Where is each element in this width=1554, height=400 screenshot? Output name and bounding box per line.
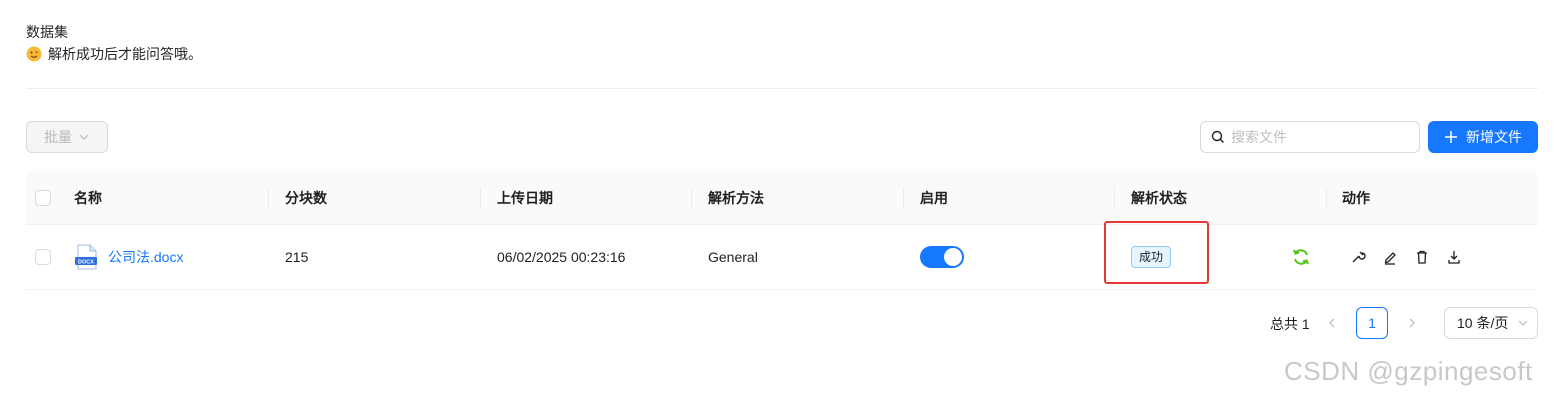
page-button-current[interactable]: 1 bbox=[1356, 307, 1388, 339]
batch-label: 批量 bbox=[44, 129, 72, 145]
page-title: 数据集 bbox=[26, 24, 68, 40]
search-box[interactable] bbox=[1200, 121, 1420, 153]
docx-file-icon: DOCX bbox=[75, 244, 97, 270]
enable-toggle[interactable] bbox=[920, 246, 964, 268]
delete-icon[interactable] bbox=[1414, 249, 1430, 265]
subtitle-text: 解析成功后才能问答哦。 bbox=[48, 46, 202, 62]
column-header-chunks[interactable]: 分块数 bbox=[285, 171, 327, 224]
page-subtitle: 解析成功后才能问答哦。 bbox=[26, 44, 202, 64]
chunk-count: 215 bbox=[285, 249, 309, 265]
edit-icon[interactable] bbox=[1382, 249, 1398, 265]
upload-date: 06/02/2025 00:23:16 bbox=[497, 249, 626, 265]
batch-button[interactable]: 批量 bbox=[26, 121, 108, 153]
table-row: DOCX 公司法.docx 215 06/02/2025 00:23:16 Ge… bbox=[26, 225, 1538, 290]
column-header-actions: 动作 bbox=[1342, 189, 1370, 206]
pagination-total: 总共 1 bbox=[1270, 316, 1310, 332]
parse-method: General bbox=[708, 249, 758, 265]
column-header-parse-status[interactable]: 解析状态 bbox=[1131, 171, 1187, 224]
column-separator bbox=[903, 187, 904, 209]
column-separator bbox=[268, 187, 269, 209]
file-name-link[interactable]: DOCX 公司法.docx bbox=[74, 244, 183, 270]
column-separator bbox=[1114, 187, 1115, 209]
page-size-select[interactable]: 10 条/页 bbox=[1444, 307, 1538, 339]
prev-page-button[interactable] bbox=[1322, 313, 1342, 333]
file-table: 名称 分块数 上传日期 解析方法 启用 解析状态 动作 DOCX 公司法.doc… bbox=[26, 171, 1538, 290]
row-actions bbox=[1350, 249, 1462, 265]
column-header-parse-method[interactable]: 解析方法 bbox=[708, 171, 764, 224]
download-icon[interactable] bbox=[1446, 249, 1462, 265]
watermark: CSDN @gzpingesoft bbox=[1284, 356, 1533, 386]
search-input[interactable] bbox=[1231, 129, 1411, 145]
page-size-value: 10 条/页 bbox=[1457, 315, 1509, 331]
row-checkbox[interactable] bbox=[35, 249, 51, 265]
table-header: 名称 分块数 上传日期 解析方法 启用 解析状态 动作 bbox=[26, 171, 1538, 225]
next-page-button[interactable] bbox=[1402, 313, 1422, 333]
add-file-button[interactable]: 新增文件 bbox=[1428, 121, 1538, 153]
wrench-icon[interactable] bbox=[1350, 249, 1366, 265]
plus-icon bbox=[1445, 131, 1457, 143]
select-all-checkbox[interactable] bbox=[35, 189, 51, 206]
search-icon bbox=[1211, 130, 1224, 143]
file-type-badge: DOCX bbox=[78, 260, 94, 266]
refresh-icon[interactable] bbox=[1291, 247, 1311, 267]
column-header-name[interactable]: 名称 bbox=[74, 171, 102, 224]
chevron-down-icon bbox=[1518, 320, 1528, 326]
chevron-right-icon bbox=[1409, 318, 1415, 328]
chevron-left-icon bbox=[1329, 318, 1335, 328]
column-separator bbox=[691, 187, 692, 209]
column-separator bbox=[1326, 187, 1327, 209]
file-name: 公司法.docx bbox=[108, 249, 184, 265]
column-header-enabled[interactable]: 启用 bbox=[920, 171, 948, 224]
column-header-upload-date[interactable]: 上传日期 bbox=[497, 171, 553, 224]
chevron-down-icon bbox=[79, 134, 89, 140]
status-highlight-box bbox=[1104, 221, 1209, 284]
header-divider bbox=[26, 88, 1538, 89]
column-separator bbox=[480, 187, 481, 209]
add-file-label: 新增文件 bbox=[1466, 129, 1522, 145]
smile-emoji-icon bbox=[26, 46, 42, 62]
